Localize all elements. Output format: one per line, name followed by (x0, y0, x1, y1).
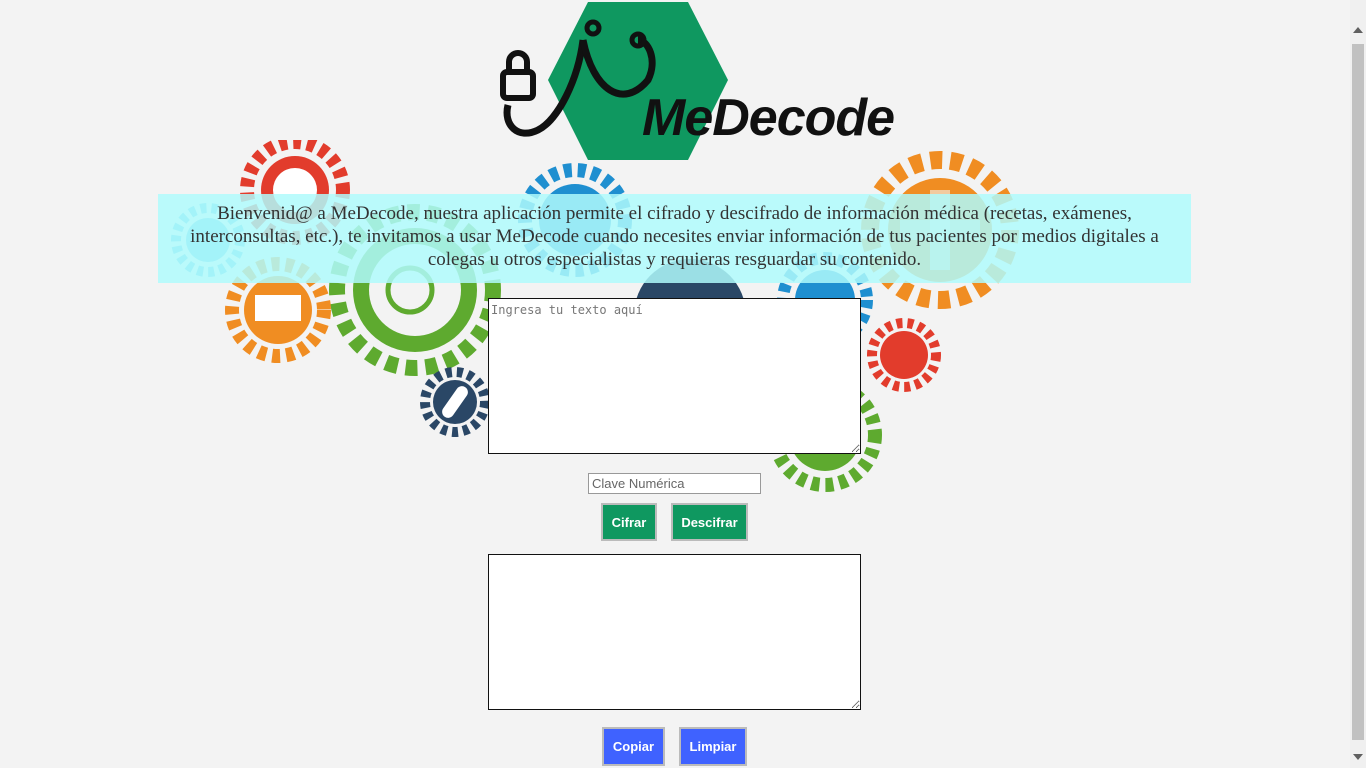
input-textarea[interactable] (488, 298, 861, 454)
decrypt-button[interactable]: Descifrar (671, 503, 748, 541)
red-dna-gear-icon (867, 318, 941, 392)
scroll-down-arrow-icon[interactable] (1353, 754, 1363, 760)
page: MeDecode Bienvenid@ a MeDecode, nuestra … (0, 0, 1350, 768)
navy-pill-gear-icon (420, 367, 490, 437)
numeric-key-input[interactable] (588, 473, 761, 494)
clear-button[interactable]: Limpiar (679, 727, 747, 766)
output-textarea[interactable] (488, 554, 861, 710)
welcome-banner: Bienvenid@ a MeDecode, nuestra aplicació… (158, 194, 1191, 283)
scrollbar-thumb[interactable] (1352, 44, 1364, 740)
encrypt-button[interactable]: Cifrar (601, 503, 657, 541)
copy-button[interactable]: Copiar (602, 727, 665, 766)
logo-text: MeDecode (642, 89, 895, 147)
scroll-up-arrow-icon[interactable] (1353, 27, 1363, 33)
